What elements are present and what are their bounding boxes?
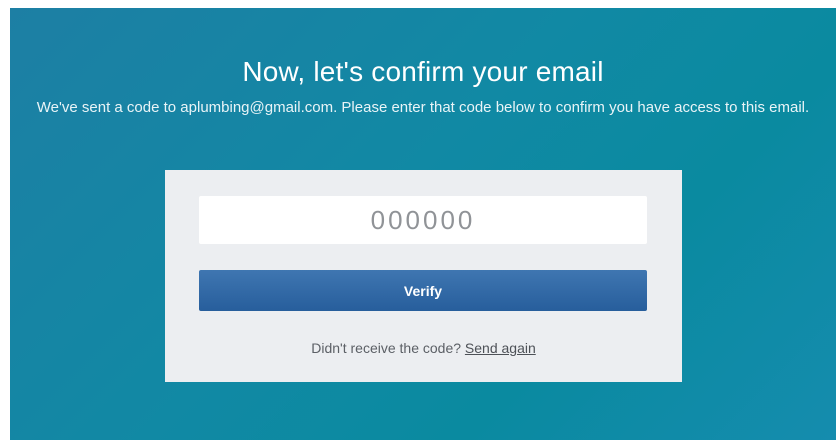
resend-code-row: Didn't receive the code? Send again <box>165 340 682 356</box>
verification-card: Verify Didn't receive the code? Send aga… <box>165 170 682 382</box>
verify-button[interactable]: Verify <box>199 270 647 311</box>
verification-code-input[interactable] <box>199 196 647 244</box>
send-again-link[interactable]: Send again <box>465 340 536 356</box>
page-title: Now, let's confirm your email <box>242 56 604 87</box>
confirm-email-page: Now, let's confirm your email We've sent… <box>10 8 836 440</box>
resend-prompt: Didn't receive the code? <box>311 340 465 356</box>
page-subtitle: We've sent a code to aplumbing@gmail.com… <box>36 99 810 116</box>
